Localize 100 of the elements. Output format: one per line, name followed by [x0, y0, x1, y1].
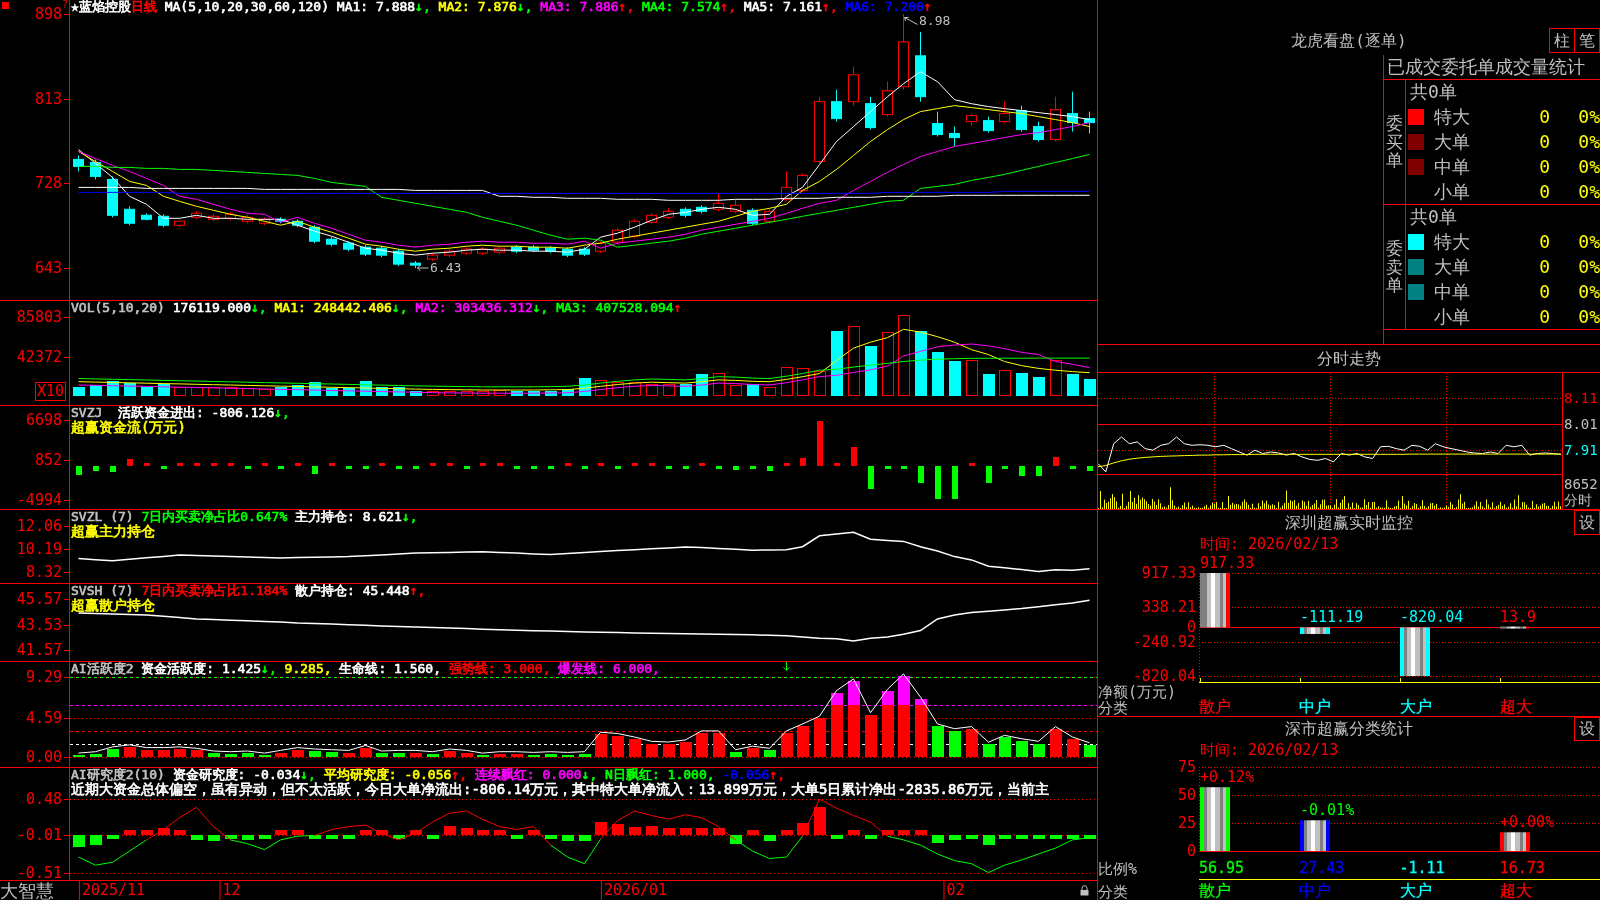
- indicator-label: 资金活跃度: 1.425: [140, 662, 262, 676]
- order-share: 0%: [1578, 306, 1600, 327]
- axis-label: 0: [1186, 843, 1196, 859]
- candle-body: [1050, 109, 1061, 141]
- candle-wick: [550, 245, 551, 254]
- candle-body: [528, 246, 539, 251]
- candle-body: [90, 161, 101, 177]
- candle-body: [730, 204, 741, 212]
- net-bar: [1500, 626, 1530, 629]
- candle-wick: [230, 211, 231, 221]
- candle-body: [983, 120, 994, 132]
- candle-wick: [449, 248, 450, 258]
- axis-label: 43.53: [16, 617, 62, 633]
- value-label: 917.33: [1200, 554, 1255, 572]
- indicator-label: 176119.000: [171, 301, 251, 315]
- category-label: 超大: [1499, 882, 1532, 900]
- value-label: -111.19: [1300, 608, 1364, 627]
- net-bar: [1400, 627, 1430, 676]
- price-annotation: 6.43: [430, 261, 462, 274]
- indicator-label: 资金研究度: -0.034: [171, 768, 301, 782]
- indicator-label: AI研究度2(10): [71, 768, 165, 782]
- indicator-label: ↓,: [532, 301, 549, 315]
- indicator-label: 爆发线: 6.000,: [557, 662, 660, 676]
- indicator-label: ↑,: [409, 584, 426, 598]
- indicator-label: ↑,: [822, 0, 838, 14]
- axis-label: 75: [1177, 759, 1196, 775]
- candle-wick: [567, 246, 568, 258]
- order-count: 0: [1539, 106, 1550, 127]
- candle-wick: [466, 246, 467, 256]
- candle-wick: [668, 207, 669, 220]
- change-label: +0.00%: [1500, 813, 1555, 832]
- candle-body: [999, 113, 1010, 123]
- axis-label: 42372: [16, 349, 62, 365]
- candle-wick: [853, 66, 854, 107]
- candle-body: [562, 248, 573, 256]
- indicator-label: -0.056: [721, 768, 770, 782]
- axis-label: 852: [34, 452, 62, 468]
- candle-body: [410, 262, 421, 266]
- order-size-label: 小单: [1434, 306, 1470, 327]
- order-size-label: 特大: [1434, 106, 1470, 127]
- indicator-label: 9.285,: [283, 662, 332, 676]
- candle-body: [259, 218, 270, 224]
- indicator-label: 日线: [130, 0, 157, 14]
- order-size-label: 特大: [1434, 231, 1470, 252]
- candle-wick: [786, 170, 787, 202]
- axis-title: 分类: [1098, 884, 1128, 900]
- square-icon: [2, 2, 9, 9]
- indicator-label: 生命线: 1.560,: [338, 662, 441, 676]
- settings-button[interactable]: 设: [1574, 510, 1600, 535]
- candle-body: [1033, 126, 1044, 141]
- indicator-label: MA1: 248442.406: [273, 301, 392, 315]
- candle-wick: [752, 207, 753, 226]
- help-mark: ?: [61, 0, 68, 10]
- indicator-label: ★蓝焰控股: [71, 0, 131, 14]
- axis-label: 9.29: [25, 669, 62, 685]
- candle-wick: [516, 244, 517, 254]
- candle-body: [444, 250, 455, 256]
- order-count: 0: [1539, 256, 1550, 277]
- candle-body: [326, 238, 337, 245]
- order-count: 0: [1539, 306, 1550, 327]
- candle-body: [814, 101, 825, 162]
- candle-wick: [213, 213, 214, 222]
- indicator-label: ↓,: [300, 768, 316, 782]
- settings-button[interactable]: 设: [1574, 717, 1600, 741]
- date-label: 2026/01: [600, 881, 668, 900]
- candle-body: [191, 212, 202, 218]
- candle-wick: [499, 245, 500, 255]
- panel-title: 龙虎看盘(逐单): [1291, 31, 1407, 51]
- date-label: 02: [943, 881, 965, 900]
- candle-wick: [937, 111, 938, 137]
- indicator-label: AI活跃度2: [71, 662, 134, 676]
- axis-title: 净额(万元): [1098, 684, 1177, 700]
- order-share: 0%: [1578, 156, 1600, 177]
- candle-wick: [163, 213, 164, 228]
- order-share: 0%: [1578, 181, 1600, 202]
- value-label: -820.04: [1400, 608, 1464, 627]
- axis-label: 85803: [16, 309, 62, 325]
- candle-body: [831, 101, 842, 120]
- view-button[interactable]: 笔: [1574, 28, 1600, 53]
- candle-wick: [836, 89, 837, 123]
- indicator-label: MA3: 7.886: [539, 0, 619, 14]
- candle-body: [579, 248, 590, 255]
- candle-wick: [685, 206, 686, 218]
- indicator-label: 活跃资金进出: -806.126: [116, 406, 275, 420]
- side-label: 委卖单: [1386, 238, 1403, 296]
- candle-body: [208, 215, 219, 220]
- indicator-label: SVZJ: [71, 406, 103, 420]
- indicator-label: MA1: 7.888: [335, 0, 416, 14]
- candle-wick: [297, 218, 298, 228]
- indicator-label: MA2: 303436.312: [414, 301, 533, 315]
- indicator-label: VOL(5,10,20): [71, 301, 165, 315]
- view-button[interactable]: 柱: [1549, 28, 1575, 53]
- indicator-label: N日飘红: 1.000,: [604, 768, 715, 782]
- candle-body: [898, 41, 909, 88]
- axis-label: 45.57: [16, 591, 62, 607]
- indicator-label: MA3: 407528.094: [555, 301, 674, 315]
- candle-wick: [802, 172, 803, 193]
- candle-body: [915, 55, 926, 98]
- indicator-label: ↓,: [415, 0, 431, 14]
- candle-body: [646, 214, 657, 223]
